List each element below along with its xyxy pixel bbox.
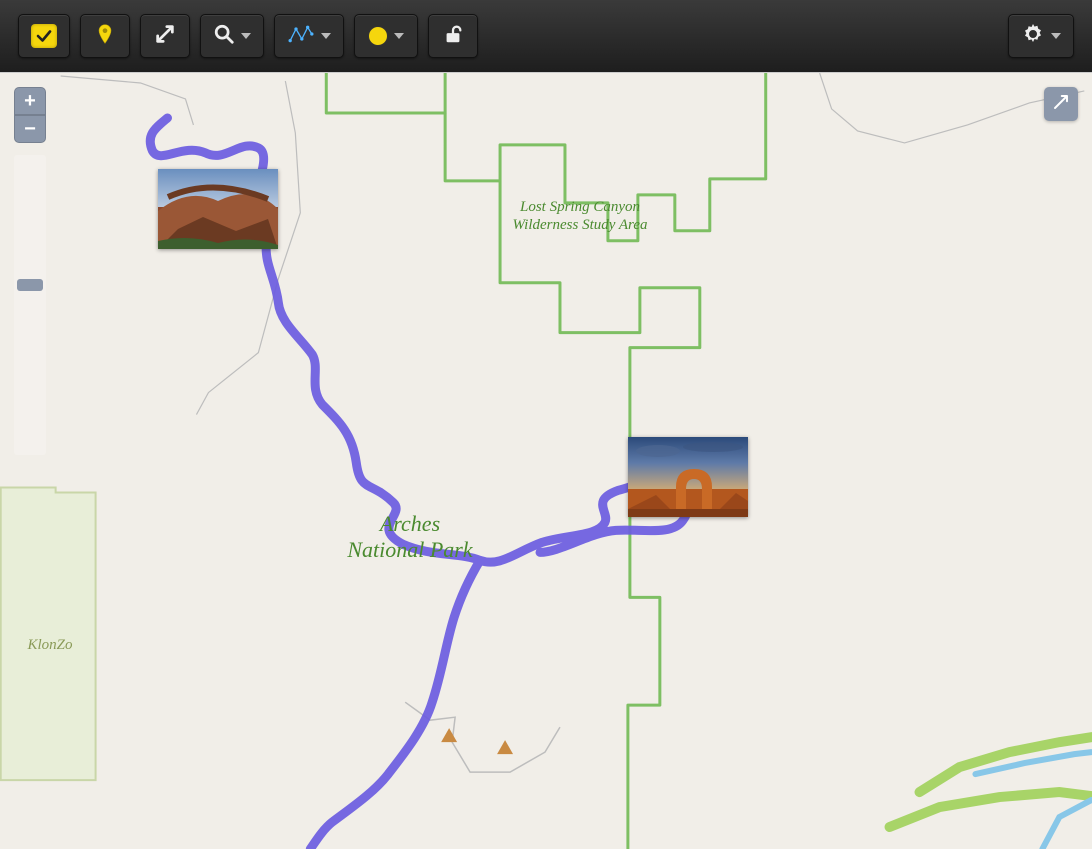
gear-icon	[1021, 22, 1045, 51]
zoom-controls: + −	[14, 87, 46, 455]
photo-thumbnail-2[interactable]	[628, 437, 748, 517]
checkbox-checked-icon	[31, 24, 57, 48]
track-line-dropdown-button[interactable]	[274, 14, 344, 58]
zoom-slider-track[interactable]	[14, 155, 46, 455]
search-dropdown-button[interactable]	[200, 14, 264, 58]
polyline-icon	[287, 24, 315, 49]
toolbar	[0, 0, 1092, 72]
color-picker-dropdown-button[interactable]	[354, 14, 418, 58]
zoom-slider-handle[interactable]	[17, 279, 43, 291]
toggle-select-button[interactable]	[18, 14, 70, 58]
search-icon	[213, 23, 235, 50]
settings-dropdown-button[interactable]	[1008, 14, 1074, 58]
map-viewport[interactable]: Lost Spring Canyon Wilderness Study Area…	[0, 72, 1092, 849]
chevron-down-icon	[321, 33, 331, 39]
lock-toggle-button[interactable]	[428, 14, 478, 58]
expand-arrows-button[interactable]	[140, 14, 190, 58]
photo-thumbnail-1[interactable]	[158, 169, 278, 249]
chevron-down-icon	[1051, 33, 1061, 39]
color-swatch-icon	[368, 26, 388, 46]
fullscreen-button[interactable]	[1044, 87, 1078, 121]
unlocked-icon	[442, 23, 464, 50]
zoom-in-button[interactable]: +	[14, 87, 46, 115]
map-pin-icon	[97, 23, 113, 50]
chevron-down-icon	[394, 33, 404, 39]
fullscreen-icon	[1052, 93, 1070, 116]
marker-button[interactable]	[80, 14, 130, 58]
chevron-down-icon	[241, 33, 251, 39]
diagonal-arrows-icon	[154, 23, 176, 50]
zoom-out-button[interactable]: −	[14, 115, 46, 143]
